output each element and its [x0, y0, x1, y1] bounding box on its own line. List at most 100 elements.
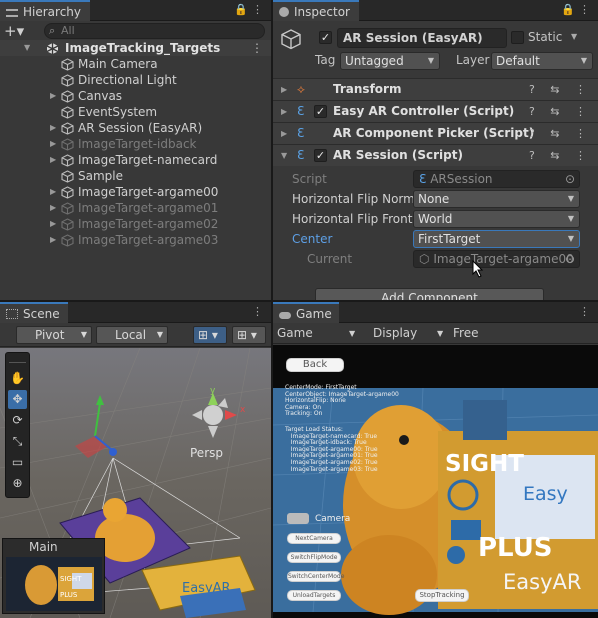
tab-scene[interactable]: Scene [0, 302, 68, 323]
palette-handle[interactable] [9, 355, 26, 363]
scene-root-row[interactable]: ▼ ImageTracking_Targets ⋮ [0, 40, 271, 56]
chevron-down-icon: ▼ [567, 194, 574, 203]
tab-game[interactable]: Game [273, 302, 339, 323]
svg-text:y: y [210, 386, 216, 396]
back-button[interactable]: Back [286, 358, 344, 372]
hierarchy-item[interactable]: ▶ ImageTarget-idback [0, 136, 271, 152]
center-dropdown[interactable]: FirstTarget ▼ [413, 230, 580, 248]
expand-arrow-icon[interactable]: ▶ [50, 152, 60, 168]
component-menu-icons[interactable]: ? ⇆ ⋮ [529, 101, 592, 122]
hierarchy-item[interactable]: ▶ ImageTarget-argame02 [0, 216, 271, 232]
info-icon [279, 7, 289, 17]
component-menu-icons[interactable]: ? ⇆ ⋮ [529, 145, 592, 166]
tab-game-label: Game [296, 307, 332, 321]
game-action-button[interactable]: SwitchCenterMode [287, 571, 344, 582]
game-action-button[interactable]: UnloadTargets [287, 590, 341, 601]
expand-arrow-icon[interactable]: ▶ [50, 232, 60, 248]
lock-menu-icon[interactable]: 🔒⋮ [234, 3, 267, 16]
lock-menu-icon[interactable]: 🔒⋮ [561, 3, 594, 16]
chevron-down-icon: ▼ [580, 56, 587, 65]
expand-arrow-icon[interactable]: ▶ [50, 184, 60, 200]
hierarchy-item[interactable]: ▶ ImageTarget-namecard [0, 152, 271, 168]
tab-hierarchy[interactable]: Hierarchy [0, 0, 90, 21]
layer-label: Layer [456, 53, 490, 67]
hierarchy-item[interactable]: ▶ ImageTarget-argame01 [0, 200, 271, 216]
transform-tool-icon[interactable]: ⊕ [8, 474, 27, 493]
script-icon: Ɛ [419, 172, 427, 186]
grid-snap-toggle[interactable]: ⊞ ▾ [193, 326, 227, 344]
hand-tool-icon[interactable]: ✋ [8, 369, 27, 388]
active-checkbox[interactable]: ✓ [319, 31, 332, 44]
hierarchy-item[interactable]: Main Camera [0, 56, 271, 72]
game-view[interactable]: SIGHT PLUS Easy EasyAR Back CenterMode: … [273, 345, 598, 618]
snap-icon: ⊞ ▾ [237, 328, 257, 342]
scene-menu-icon[interactable]: ⋮ [252, 305, 267, 318]
expand-arrow-icon[interactable]: ▶ [281, 101, 287, 122]
expand-arrow-icon[interactable]: ▶ [50, 200, 60, 216]
script-field: Ɛ ARSession ⊙ [413, 170, 580, 188]
expand-arrow-icon[interactable]: ▼ [281, 145, 287, 166]
increment-snap-toggle[interactable]: ⊞ ▾ [232, 326, 266, 344]
add-plus-icon[interactable]: +▾ [4, 22, 24, 40]
tag-label: Tag [315, 53, 336, 67]
scene-toolbar: Pivot ▼ Local ▼ ⊞ ▾ ⊞ ▾ [0, 323, 271, 347]
game-menu-icon[interactable]: ⋮ [579, 305, 594, 318]
hflip-normal-dropdown[interactable]: None ▼ [413, 190, 580, 208]
hierarchy-item[interactable]: ▶ ImageTarget-argame00 [0, 184, 271, 200]
static-checkbox[interactable] [511, 31, 524, 44]
camera-toggle[interactable] [287, 513, 309, 524]
tag-value: Untagged [345, 54, 404, 68]
hierarchy-item[interactable]: Directional Light [0, 72, 271, 88]
easyar-logo: EasyAR [503, 570, 582, 594]
scale-tool-icon[interactable]: ⤡ [8, 432, 27, 451]
hierarchy-item[interactable]: Sample [0, 168, 271, 184]
component-enabled-checkbox[interactable]: ✓ [314, 105, 327, 118]
persp-label[interactable]: Persp [190, 446, 223, 460]
cube-icon: ⬡ [419, 252, 430, 266]
expand-arrow-icon[interactable]: ▶ [281, 79, 287, 100]
component-enabled-checkbox[interactable]: ✓ [314, 149, 327, 162]
game-action-button[interactable]: NextCamera [287, 533, 341, 544]
expand-arrow-icon[interactable]: ▶ [50, 136, 60, 152]
gameobject-cube-icon [61, 154, 74, 167]
tab-inspector[interactable]: Inspector [273, 0, 359, 21]
component-menu-icons[interactable]: ? ⇆ ⋮ [529, 123, 592, 144]
object-name-field[interactable]: AR Session (EasyAR) [337, 28, 507, 48]
search-input[interactable]: ⌕ All [44, 23, 265, 39]
hflip-front-label: Horizontal Flip Front [292, 212, 413, 226]
component-menu-icons[interactable]: ? ⇆ ⋮ [529, 79, 592, 100]
expand-arrow-icon[interactable]: ▼ [24, 40, 34, 56]
hierarchy-item[interactable]: ▶ Canvas [0, 88, 271, 104]
gameobject-cube-icon [61, 90, 74, 103]
kebab-menu-icon[interactable]: ⋮ [251, 40, 263, 56]
layer-dropdown[interactable]: Default ▼ [491, 52, 593, 70]
tag-dropdown[interactable]: Untagged ▼ [340, 52, 440, 70]
expand-arrow-icon[interactable]: ▶ [50, 216, 60, 232]
stop-tracking-button[interactable]: StopTracking [415, 589, 469, 602]
component-header[interactable]: ▶ Ɛ AR Component Picker (Script)? ⇆ ⋮ [273, 122, 598, 144]
chevron-down-icon: ▼ [437, 329, 444, 338]
hierarchy-item[interactable]: ▶ ImageTarget-argame03 [0, 232, 271, 248]
game-action-button[interactable]: SwitchFlipMode [287, 552, 341, 563]
add-component-button[interactable]: Add Component [315, 288, 544, 300]
expand-arrow-icon[interactable]: ▶ [50, 120, 60, 136]
hierarchy-item[interactable]: ▶ AR Session (EasyAR) [0, 120, 271, 136]
gameobject-cube-icon [61, 58, 74, 71]
gameobject-cube-icon [61, 218, 74, 231]
rotate-tool-icon[interactable]: ⟳ [8, 411, 27, 430]
chevron-down-icon: ▼ [156, 330, 163, 339]
hflip-front-dropdown[interactable]: World ▼ [413, 210, 580, 228]
expand-arrow-icon[interactable]: ▶ [50, 88, 60, 104]
gameobject-cube-icon [61, 74, 74, 87]
local-dropdown[interactable]: Local ▼ [96, 326, 168, 344]
pivot-dropdown[interactable]: Pivot ▼ [16, 326, 92, 344]
component-header[interactable]: ▼ Ɛ ✓ AR Session (Script) ? ⇆ ⋮ [273, 144, 598, 166]
static-dropdown-icon[interactable]: ▼ [571, 32, 577, 41]
hierarchy-item[interactable]: EventSystem [0, 104, 271, 120]
rect-tool-icon[interactable]: ▭ [8, 453, 27, 472]
move-tool-icon[interactable]: ✥ [8, 390, 27, 409]
component-name: AR Component Picker (Script) [333, 126, 535, 140]
expand-arrow-icon[interactable]: ▶ [281, 123, 287, 144]
component-header[interactable]: ▶ ⟡ Transform ? ⇆ ⋮ [273, 78, 598, 100]
component-header[interactable]: ▶ Ɛ ✓ Easy AR Controller (Script) ? ⇆ ⋮ [273, 100, 598, 122]
